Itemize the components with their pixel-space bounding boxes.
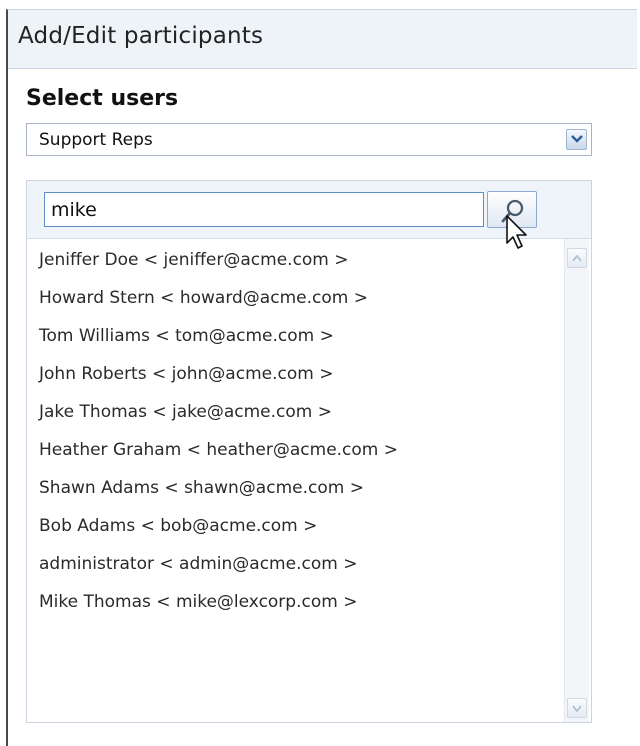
- scroll-down-button[interactable]: [567, 698, 587, 718]
- selected-group-value: Support Reps: [39, 130, 153, 150]
- users-picker: Jeniffer Doe < jeniffer@acme.com > Howar…: [26, 180, 592, 723]
- panel-header: Add/Edit participants: [8, 10, 637, 69]
- user-list: Jeniffer Doe < jeniffer@acme.com > Howar…: [39, 247, 554, 627]
- list-item[interactable]: Mike Thomas < mike@lexcorp.com >: [39, 589, 554, 627]
- list-item[interactable]: administrator < admin@acme.com >: [39, 551, 554, 589]
- list-item[interactable]: Bob Adams < bob@acme.com >: [39, 513, 554, 551]
- participants-panel: Add/Edit participants Select users Suppo…: [6, 9, 637, 746]
- user-group-select[interactable]: Support Reps: [26, 123, 592, 156]
- panel-title: Add/Edit participants: [18, 23, 264, 49]
- select-users-title: Select users: [26, 86, 179, 111]
- search-input[interactable]: [44, 192, 484, 227]
- chevron-down-icon: [571, 135, 583, 143]
- list-item[interactable]: Howard Stern < howard@acme.com >: [39, 285, 554, 323]
- list-item[interactable]: Jake Thomas < jake@acme.com >: [39, 399, 554, 437]
- chevron-up-icon: [572, 255, 582, 262]
- list-item[interactable]: Shawn Adams < shawn@acme.com >: [39, 475, 554, 513]
- search-icon: [501, 199, 524, 223]
- list-item[interactable]: Heather Graham < heather@acme.com >: [39, 437, 554, 475]
- chevron-down-icon: [572, 705, 582, 712]
- list-item[interactable]: John Roberts < john@acme.com >: [39, 361, 554, 399]
- search-bar: [27, 181, 591, 249]
- list-item[interactable]: Tom Williams < tom@acme.com >: [39, 323, 554, 361]
- search-button[interactable]: [487, 191, 537, 228]
- list-scrollbar[interactable]: [564, 239, 589, 722]
- dropdown-button[interactable]: [566, 129, 587, 150]
- scroll-up-button[interactable]: [567, 248, 587, 268]
- list-item[interactable]: Jeniffer Doe < jeniffer@acme.com >: [39, 247, 554, 285]
